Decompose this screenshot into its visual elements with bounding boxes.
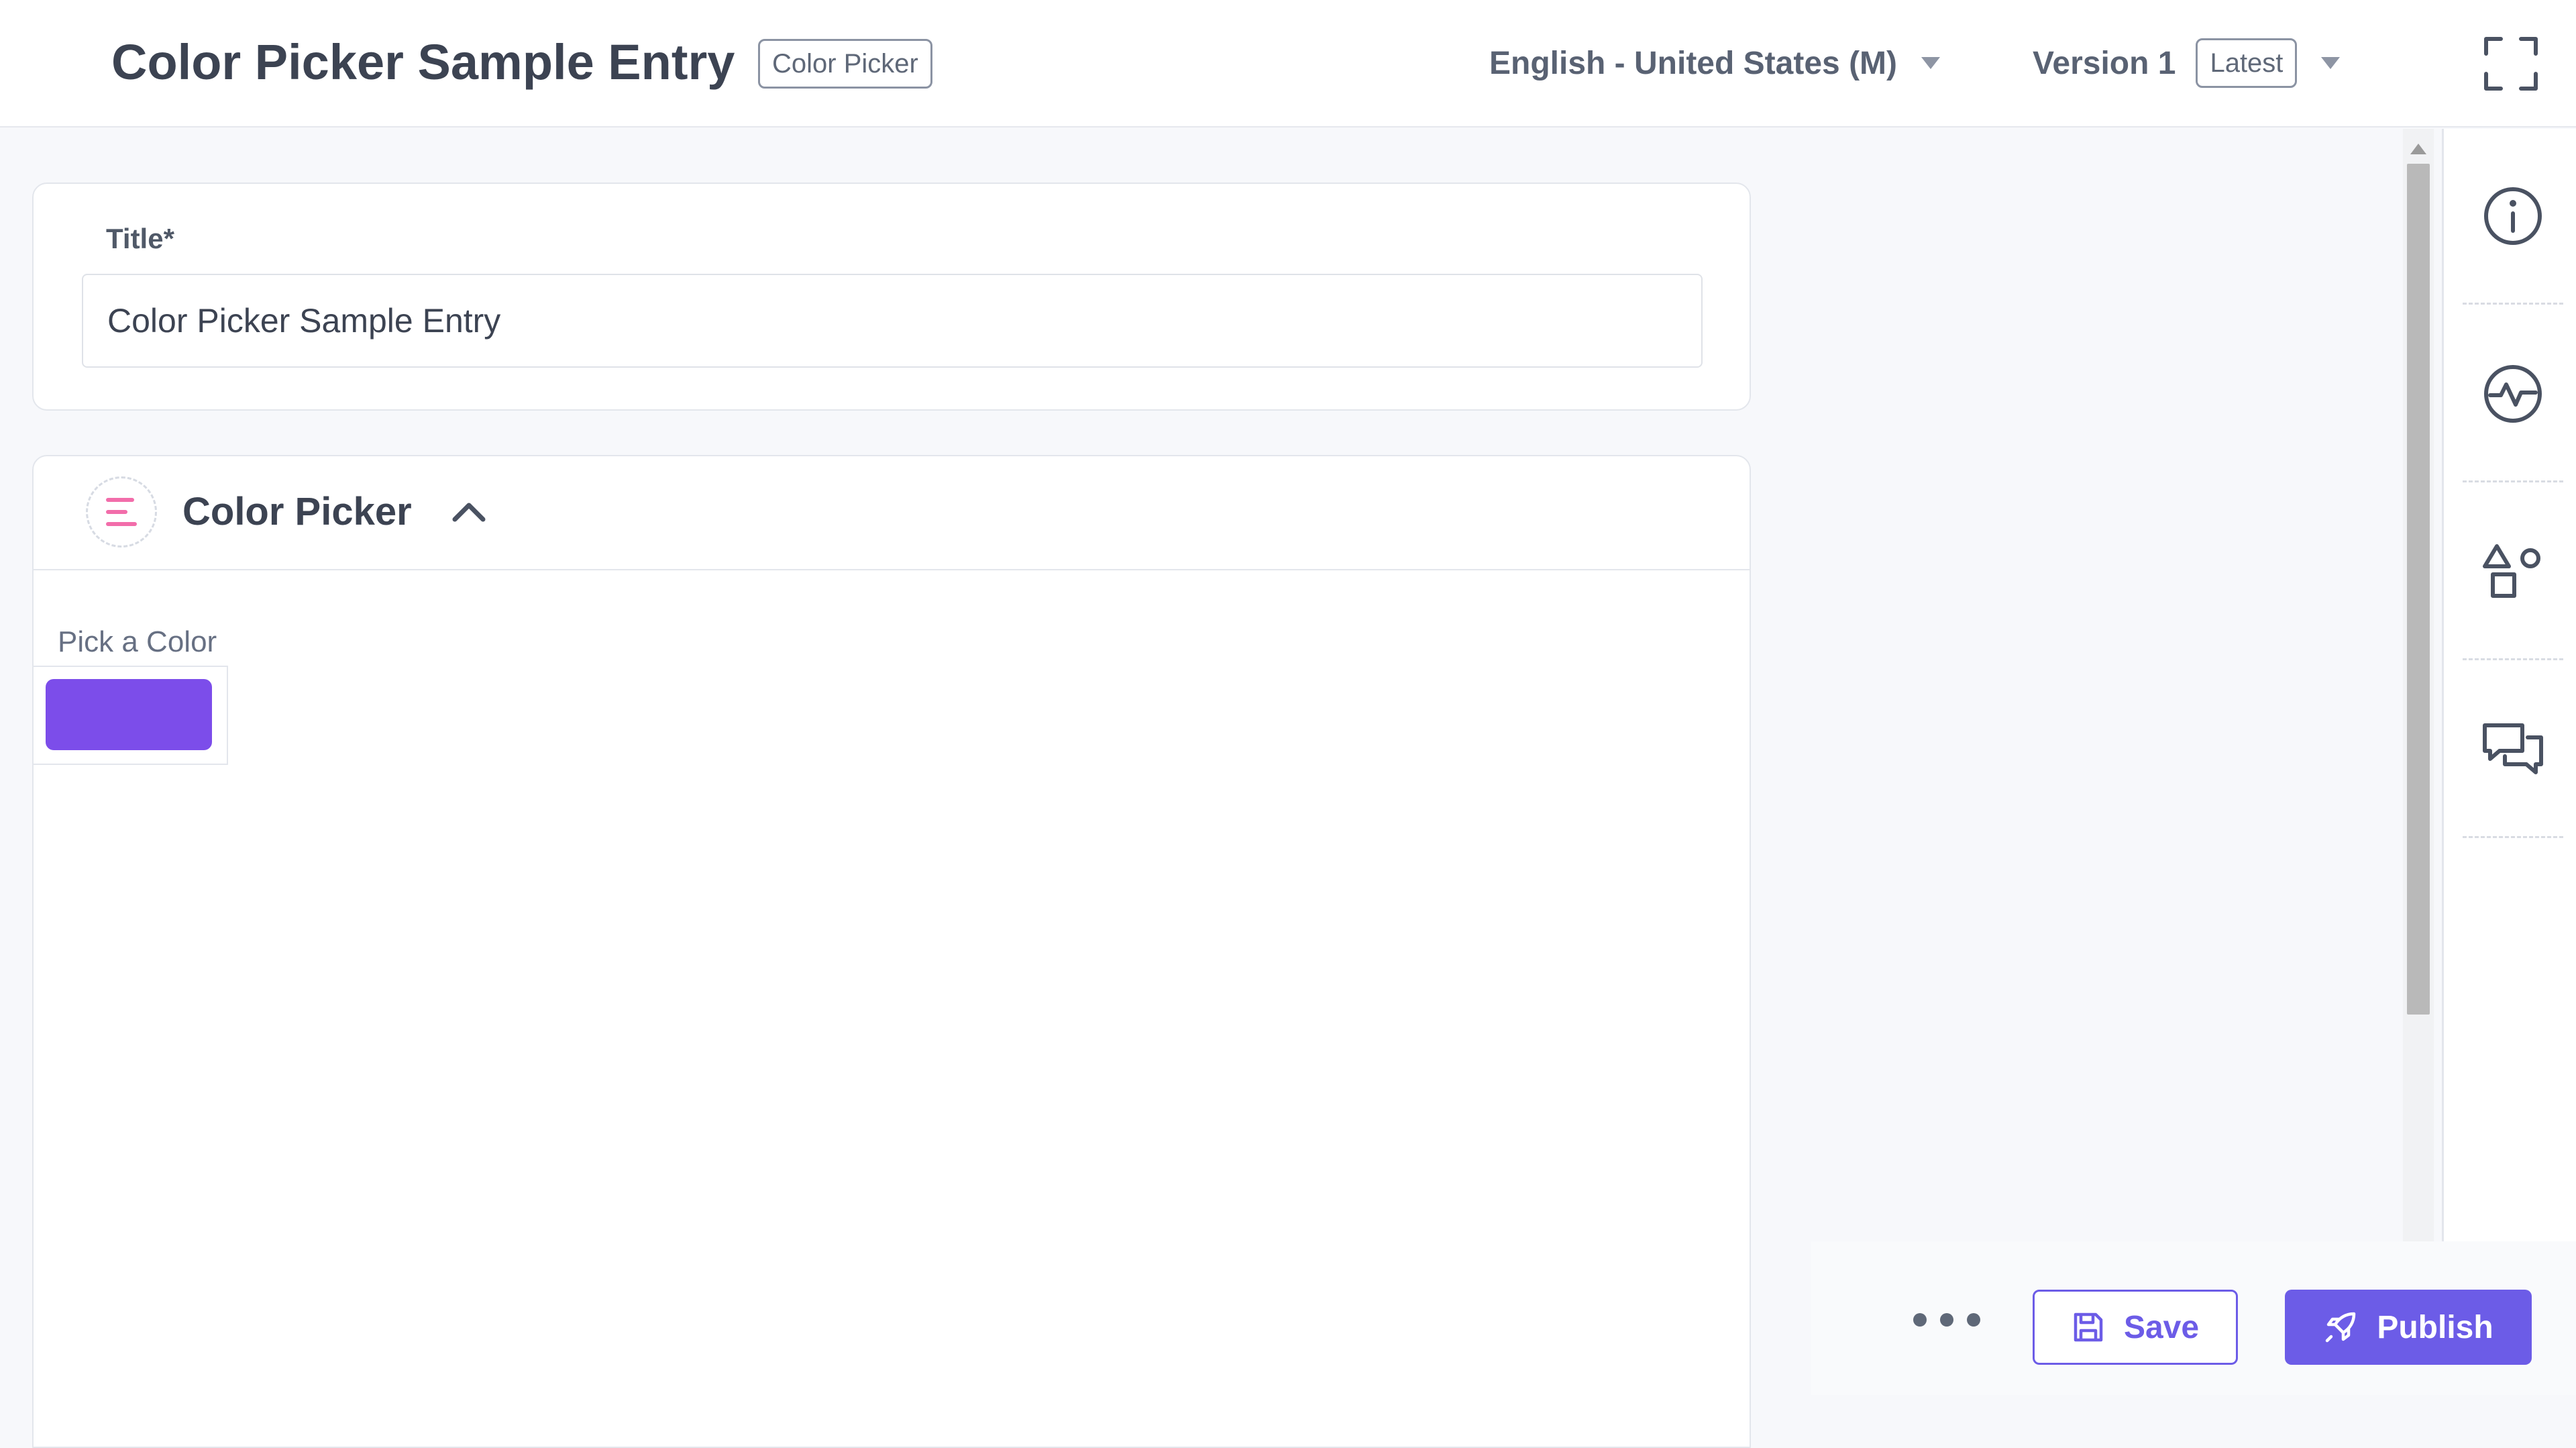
dot — [1967, 1313, 1980, 1327]
color-picker-group: Color Picker Pick a Color — [32, 455, 1751, 1448]
comments-icon — [2483, 723, 2543, 774]
dot — [1940, 1313, 1953, 1327]
content-type-badge: Color Picker — [758, 39, 932, 89]
entry-header: Color Picker Sample Entry Color Picker E… — [0, 0, 2576, 127]
right-sidebar — [2442, 129, 2576, 1395]
rocket-icon — [2326, 1312, 2356, 1343]
page-title: Color Picker Sample Entry — [111, 34, 735, 90]
fullscreen-icon — [2484, 37, 2538, 91]
group-title: Color Picker — [182, 490, 412, 533]
color-swatch[interactable] — [46, 679, 212, 750]
comments-button[interactable] — [2463, 662, 2563, 838]
more-options-button[interactable] — [1913, 1303, 1980, 1337]
save-label: Save — [2123, 1309, 2200, 1345]
entry-info-button[interactable] — [2463, 129, 2563, 305]
activity-button[interactable] — [2463, 307, 2563, 482]
shapes-icon — [2483, 544, 2540, 598]
fullscreen-button[interactable] — [2482, 35, 2540, 93]
main-scrollbar[interactable] — [2403, 129, 2434, 1243]
info-icon — [2484, 187, 2542, 245]
list-lines-icon — [106, 498, 137, 526]
chevron-down-icon — [1921, 57, 1941, 69]
references-button[interactable] — [2463, 484, 2563, 660]
version-label: Version 1 — [2033, 45, 2176, 81]
chevron-down-icon — [2321, 57, 2341, 69]
scroll-up-arrow[interactable] — [2410, 144, 2426, 154]
save-icon — [2074, 1312, 2103, 1342]
publish-button[interactable]: Publish — [2285, 1290, 2532, 1365]
group-header: Color Picker — [34, 456, 1750, 570]
title-input[interactable] — [82, 274, 1703, 368]
group-field-icon — [86, 476, 157, 548]
activity-icon — [2484, 364, 2542, 423]
collapse-group-button[interactable] — [444, 487, 494, 537]
chevron-up-icon — [452, 503, 486, 522]
latest-badge: Latest — [2196, 38, 2298, 88]
locale-dropdown[interactable]: English - United States (M) — [1489, 36, 1941, 90]
scroll-thumb[interactable] — [2407, 164, 2430, 1015]
title-field-label: Title* — [106, 223, 174, 254]
publish-label: Publish — [2377, 1309, 2493, 1345]
title-field-card: Title* — [32, 183, 1751, 411]
entry-actions-bar: Save Publish — [1811, 1241, 2576, 1395]
version-dropdown[interactable]: Version 1 Latest — [2033, 36, 2341, 90]
color-picker-field[interactable] — [34, 666, 228, 765]
save-button[interactable]: Save — [2033, 1290, 2238, 1365]
dot — [1913, 1313, 1927, 1327]
pick-color-label: Pick a Color — [58, 625, 217, 658]
locale-label: English - United States (M) — [1489, 45, 1898, 81]
